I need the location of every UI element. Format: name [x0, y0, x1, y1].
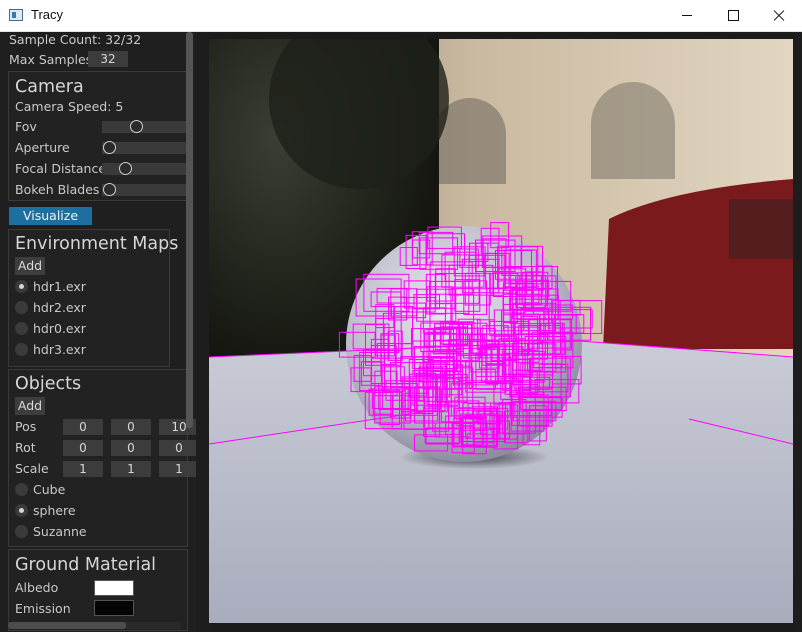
bokeh-blades-label: Bokeh Blades: [15, 182, 100, 197]
settings-panel: Sample Count: 32/32 Max Samples 32 Camer…: [0, 32, 196, 632]
env-map-radio-hdr0[interactable]: [15, 322, 28, 335]
focal-distance-label: Focal Distance: [15, 161, 107, 176]
max-samples-input[interactable]: 32: [88, 51, 128, 67]
camera-header: Camera: [15, 77, 84, 97]
viewport-right-gutter: [793, 32, 802, 632]
albedo-color-swatch[interactable]: [94, 580, 134, 596]
emission-label: Emission: [15, 601, 71, 616]
visualize-bvh-button[interactable]: Visualize BVH: [9, 207, 92, 241]
sample-count-text: Sample Count: 32/32: [9, 32, 142, 47]
ground-material-header: Ground Material: [15, 555, 157, 575]
pos-x-input[interactable]: 0: [63, 419, 103, 435]
close-button[interactable]: [756, 0, 802, 31]
albedo-label: Albedo: [15, 580, 59, 595]
title-bar: Tracy: [0, 0, 802, 32]
scale-y-input[interactable]: 1: [111, 461, 151, 477]
maximize-button[interactable]: [710, 0, 756, 31]
minimize-button[interactable]: [664, 0, 710, 31]
rot-z-input[interactable]: 0: [159, 440, 196, 456]
object-radio-cube[interactable]: [15, 483, 28, 496]
fov-slider-handle[interactable]: [130, 120, 143, 133]
object-radio-sphere[interactable]: [15, 504, 28, 517]
env-map-label[interactable]: hdr1.exr: [33, 279, 86, 294]
env-map-label[interactable]: hdr3.exr: [33, 342, 86, 357]
viewport-left-gutter: [196, 32, 209, 632]
camera-speed-text: Camera Speed: 5: [15, 99, 124, 114]
window-title: Tracy: [31, 7, 64, 22]
emission-color-swatch[interactable]: [94, 600, 134, 616]
fov-label: Fov: [15, 119, 37, 134]
scale-label: Scale: [15, 461, 49, 476]
scale-z-input[interactable]: 1: [159, 461, 196, 477]
add-environment-map-button[interactable]: Add: [15, 257, 45, 275]
env-map-label[interactable]: hdr2.exr: [33, 300, 86, 315]
object-radio-suzanne[interactable]: [15, 525, 28, 538]
env-map-radio-hdr3[interactable]: [15, 343, 28, 356]
max-samples-label: Max Samples: [9, 52, 93, 67]
rot-y-input[interactable]: 0: [111, 440, 151, 456]
object-label[interactable]: sphere: [33, 503, 76, 518]
aperture-label: Aperture: [15, 140, 70, 155]
objects-header: Objects: [15, 374, 82, 394]
env-map-radio-hdr2[interactable]: [15, 301, 28, 314]
render-viewport[interactable]: [209, 39, 793, 623]
objects-section: [8, 369, 188, 547]
aperture-slider-handle[interactable]: [103, 141, 116, 154]
panel-vertical-scrollbar[interactable]: [186, 32, 193, 428]
car-window: [729, 199, 793, 259]
arched-window: [591, 82, 675, 179]
rot-label: Rot: [15, 440, 36, 455]
pos-y-input[interactable]: 0: [111, 419, 151, 435]
add-object-button[interactable]: Add: [15, 397, 45, 415]
env-map-radio-hdr1[interactable]: [15, 280, 28, 293]
panel-horizontal-scrollbar[interactable]: [8, 622, 126, 629]
env-map-label[interactable]: hdr0.exr: [33, 321, 86, 336]
scale-x-input[interactable]: 1: [63, 461, 103, 477]
object-label[interactable]: Suzanne: [33, 524, 87, 539]
environment-maps-header: Environment Maps: [15, 234, 179, 254]
object-label[interactable]: Cube: [33, 482, 65, 497]
bokeh-blades-slider-handle[interactable]: [103, 183, 116, 196]
fov-slider[interactable]: [102, 121, 186, 133]
app-icon: [9, 9, 23, 21]
focal-distance-slider-handle[interactable]: [119, 162, 132, 175]
rot-x-input[interactable]: 0: [63, 440, 103, 456]
render-image: [209, 39, 793, 623]
pos-label: Pos: [15, 419, 37, 434]
focal-distance-slider[interactable]: [102, 163, 186, 175]
